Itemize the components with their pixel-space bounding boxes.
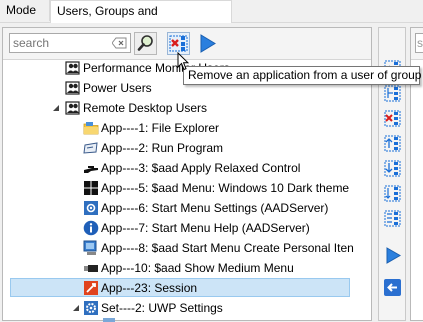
tree-item-label: App----6: Start Menu Settings (AADServer… [101, 201, 329, 215]
play-arrow-icon[interactable] [383, 246, 402, 265]
tree-item[interactable]: App----7: Start Menu Help (AADServer) [3, 218, 371, 238]
tree-item-label: Remote Desktop Users [83, 101, 208, 115]
right-search-input[interactable]: s [415, 33, 423, 53]
play-arrow-icon [200, 34, 216, 53]
settings-app-icon [84, 201, 98, 215]
right-list-toolbar: s [411, 28, 423, 60]
tree-item-label: App----3: $aad Apply Relaxed Control [101, 161, 301, 175]
users-tree: Performance Monitor Users Power Users Re… [3, 60, 371, 322]
monitor-icon [83, 240, 97, 255]
move-up-icon[interactable] [383, 134, 402, 153]
gear-icon [84, 301, 98, 315]
tree-item-label: App---23: Session [101, 281, 198, 295]
menu-bar-icon [84, 265, 98, 272]
partial-icon [103, 318, 115, 322]
users-group-icon [65, 101, 80, 115]
expanded-arrow-icon[interactable] [51, 103, 61, 113]
session-icon [84, 281, 98, 295]
remove-from-tree-icon[interactable] [383, 109, 402, 128]
folder-icon [83, 122, 99, 135]
tree-item-label: App----7: Start Menu Help (AADServer) [101, 221, 310, 235]
tree-item-label: App----1: File Explorer [101, 121, 220, 135]
search-input[interactable] [13, 35, 109, 51]
move-down-icon[interactable] [383, 159, 402, 178]
tree-item-label: App---10: $aad Show Medium Menu [101, 261, 294, 275]
tree-item[interactable]: App----3: $aad Apply Relaxed Control [3, 158, 371, 178]
run-button[interactable] [196, 32, 219, 55]
windows-logo-icon [84, 181, 98, 195]
mouse-cursor-icon [177, 52, 189, 71]
tree-item-selected[interactable]: App---23: Session [3, 278, 371, 298]
magnifier-icon [137, 35, 153, 51]
tab-bar: Mode Users, Groups and Applications [0, 0, 423, 39]
properties-icon[interactable] [383, 209, 402, 228]
tree-item-label: Power Users [83, 81, 152, 95]
info-icon [83, 220, 99, 236]
tooltip: Remove an application from a user of gro… [183, 66, 421, 85]
tree-item-label: Set----2: UWP Settings [101, 301, 223, 315]
hand-pointer-icon [84, 166, 98, 173]
tab-mode[interactable]: Mode [0, 0, 50, 21]
tree-branch-icon[interactable] [383, 84, 402, 103]
tree-item[interactable]: App----1: File Explorer [3, 118, 371, 138]
run-icon [83, 142, 98, 154]
tree-item[interactable]: App---10: $aad Show Medium Menu [3, 258, 371, 278]
tree-item-label: App----2: Run Program [101, 141, 224, 155]
users-group-icon [65, 61, 80, 75]
clear-search-icon[interactable] [112, 37, 127, 49]
tree-item[interactable]: App----5: $aad Menu: Windows 10 Dark the… [3, 178, 371, 198]
tree-item[interactable]: App----6: Start Menu Settings (AADServer… [3, 198, 371, 218]
expanded-arrow-icon[interactable] [71, 303, 81, 313]
remove-app-from-user-icon [169, 35, 188, 52]
tab-users-groups-applications[interactable]: Users, Groups and Applications [50, 0, 232, 39]
tree-item[interactable]: Remote Desktop Users [3, 98, 371, 118]
back-arrow-icon[interactable] [383, 278, 402, 297]
users-group-icon [65, 81, 80, 95]
tree-item-partial [3, 318, 371, 322]
search-box[interactable] [9, 33, 131, 53]
tree-item[interactable]: App----2: Run Program [3, 138, 371, 158]
tree-item-label: App----8: $aad Start Menu Create Persona… [101, 241, 354, 255]
find-button[interactable] [134, 32, 157, 55]
tree-item[interactable]: Set----2: UWP Settings [3, 298, 371, 318]
tree-item[interactable]: App----8: $aad Start Menu Create Persona… [3, 238, 371, 258]
sort-icon[interactable] [383, 184, 402, 203]
tree-item-label: App----5: $aad Menu: Windows 10 Dark the… [101, 181, 350, 195]
